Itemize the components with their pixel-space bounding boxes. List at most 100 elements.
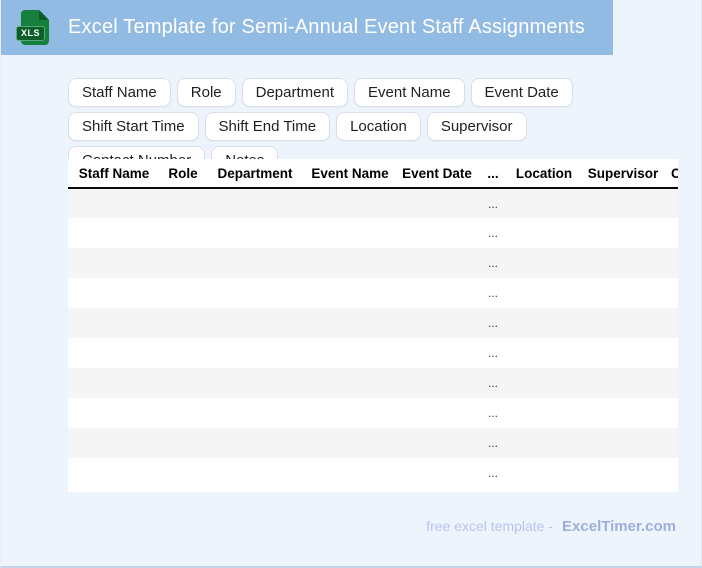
chip-shift-start-time[interactable]: Shift Start Time [68, 112, 199, 141]
empty-cell [68, 248, 160, 278]
table-row: ... [68, 248, 678, 278]
empty-cell [396, 188, 478, 218]
assignments-table: Staff Name Role Department Event Name Event … [68, 159, 678, 488]
assignments-table-container: Staff Name Role Department Event Name Event … [68, 159, 678, 492]
table-body: .............................. [68, 188, 678, 488]
empty-cell [396, 278, 478, 308]
chip-event-date[interactable]: Event Date [470, 78, 573, 107]
ellipsis-cell: ... [487, 466, 498, 480]
empty-cell [580, 248, 666, 278]
ellipsis-cell: ... [487, 376, 498, 390]
empty-cell [68, 218, 160, 248]
empty-cell [68, 398, 160, 428]
title-bar: XLS Excel Template for Semi-Annual Event… [1, 0, 613, 55]
empty-cell [68, 368, 160, 398]
column-header-event-date: Event Date [396, 159, 478, 189]
empty-cell [68, 338, 160, 368]
chip-department[interactable]: Department [241, 78, 348, 107]
empty-cell [206, 248, 304, 278]
table-header-row: Staff Name Role Department Event Name Event … [68, 159, 678, 189]
table-row: ... [68, 188, 678, 218]
column-header-department: Department [206, 159, 304, 189]
empty-cell [508, 428, 580, 458]
empty-cell [396, 398, 478, 428]
chip-event-name[interactable]: Event Name [354, 78, 465, 107]
ellipsis-cell: ... [487, 226, 498, 240]
empty-cell [206, 218, 304, 248]
empty-cell [68, 308, 160, 338]
empty-cell [68, 278, 160, 308]
empty-cell [304, 398, 396, 428]
chip-location[interactable]: Location [336, 112, 421, 141]
ellipsis-cell: ... [487, 286, 498, 300]
chip-staff-name[interactable]: Staff Name [68, 78, 171, 107]
empty-cell [396, 308, 478, 338]
empty-cell [580, 188, 666, 218]
empty-cell [580, 458, 666, 488]
empty-cell [508, 308, 580, 338]
empty-cell [304, 368, 396, 398]
empty-cell [304, 338, 396, 368]
empty-cell [580, 278, 666, 308]
footer-brand-link[interactable]: ExcelTimer.com [562, 518, 676, 535]
empty-cell [666, 248, 678, 278]
empty-cell [666, 308, 678, 338]
column-header-role: Role [160, 159, 206, 189]
empty-cell [508, 338, 580, 368]
table-row: ... [68, 218, 678, 248]
column-header-supervisor: Supervisor [580, 159, 666, 189]
empty-cell [580, 398, 666, 428]
empty-cell [580, 218, 666, 248]
table-row: ... [68, 368, 678, 398]
column-header-event-name: Event Name [304, 159, 396, 189]
ellipsis-cell: ... [487, 196, 498, 211]
empty-cell [580, 428, 666, 458]
empty-cell [508, 248, 580, 278]
table-row: ... [68, 428, 678, 458]
empty-cell [68, 458, 160, 488]
empty-cell [206, 188, 304, 218]
empty-cell [508, 458, 580, 488]
empty-cell [304, 248, 396, 278]
empty-cell [160, 308, 206, 338]
column-header-contact-number: Contact Number [666, 159, 678, 189]
page: XLS Excel Template for Semi-Annual Event… [0, 0, 702, 568]
xls-badge: XLS [16, 26, 46, 41]
empty-cell [508, 398, 580, 428]
chip-supervisor[interactable]: Supervisor [426, 112, 527, 141]
empty-cell [666, 338, 678, 368]
empty-cell [206, 458, 304, 488]
empty-cell [206, 398, 304, 428]
empty-cell [304, 188, 396, 218]
footer-tagline: free excel template - [426, 518, 554, 534]
empty-cell [160, 248, 206, 278]
empty-cell [396, 218, 478, 248]
empty-cell [206, 338, 304, 368]
empty-cell [206, 428, 304, 458]
empty-cell [206, 368, 304, 398]
table-row: ... [68, 278, 678, 308]
chip-shift-end-time[interactable]: Shift End Time [204, 112, 331, 141]
ellipsis-cell: ... [487, 256, 498, 270]
empty-cell [666, 278, 678, 308]
ellipsis-cell: ... [487, 406, 498, 420]
empty-cell [160, 338, 206, 368]
table-row: ... [68, 308, 678, 338]
empty-cell [396, 248, 478, 278]
empty-cell [508, 368, 580, 398]
page-title: Excel Template for Semi-Annual Event Sta… [68, 16, 585, 38]
empty-cell [396, 428, 478, 458]
table-row: ... [68, 458, 678, 488]
empty-cell [160, 458, 206, 488]
chip-role[interactable]: Role [176, 78, 236, 107]
empty-cell [160, 428, 206, 458]
empty-cell [666, 428, 678, 458]
empty-cell [580, 308, 666, 338]
empty-cell [396, 368, 478, 398]
empty-cell [160, 398, 206, 428]
empty-cell [508, 188, 580, 218]
ellipsis-cell: ... [487, 346, 498, 360]
empty-cell [666, 188, 678, 218]
footer: free excel template - ExcelTimer.com [426, 518, 676, 535]
empty-cell [304, 278, 396, 308]
